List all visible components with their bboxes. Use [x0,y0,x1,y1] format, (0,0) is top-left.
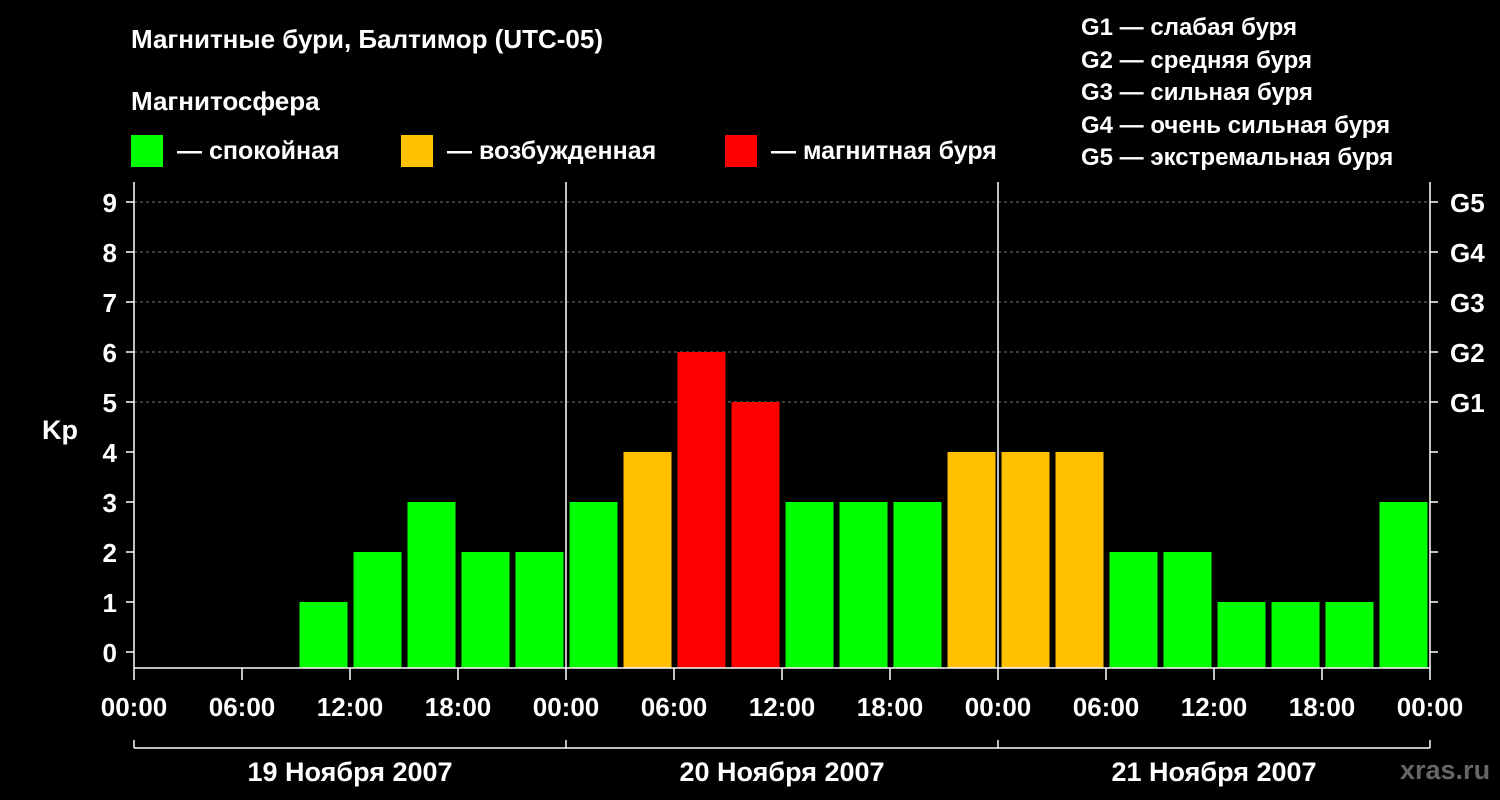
y-axis-label: Kp [42,415,78,445]
y-tick-label: 9 [103,188,117,218]
y-tick-label: 3 [103,488,117,518]
x-tick-label: 12:00 [1181,692,1248,722]
kp-bar [353,552,402,668]
kp-bar-chart: 0 1 2 3 4 5 6 7 8 9 G1 G2 G3 G4 G5 Kp 00:00 06:00 12:00 18:… [42,182,1485,787]
y-tick-label: 0 [103,638,117,668]
kp-bar [1163,552,1212,668]
x-tick-label: 18:00 [1289,692,1356,722]
day-label: 21 Ноября 2007 [1111,757,1316,787]
kp-bar [1055,452,1104,668]
x-tick-label: 18:00 [857,692,924,722]
y-tick-label: 1 [103,588,117,618]
watermark: xras.ru [1400,755,1491,785]
y-tick-label: 7 [103,288,117,318]
x-tick-label: 06:00 [1073,692,1140,722]
day-label: 20 Ноября 2007 [679,757,884,787]
kp-bar [623,452,672,668]
kp-bar [839,502,888,668]
kp-bar [1109,552,1158,668]
day-label: 19 Ноября 2007 [247,757,452,787]
kp-bar [569,502,618,668]
kp-bar [1325,602,1374,668]
kp-bar [893,502,942,668]
g-scale-label: G1 [1450,388,1485,418]
x-tick-label: 18:00 [425,692,492,722]
x-tick-label: 00:00 [1397,692,1464,722]
g-scale-label: G5 [1450,188,1485,218]
g-scale-label: G3 [1450,288,1485,318]
kp-bar [677,352,726,668]
x-tick-label: 00:00 [965,692,1032,722]
x-tick-label: 12:00 [317,692,384,722]
kp-bar [299,602,348,668]
g-scale-label: G4 [1450,238,1485,268]
x-tick-label: 06:00 [209,692,276,722]
kp-bar [515,552,564,668]
g-scale-label: G2 [1450,338,1485,368]
y-tick-label: 5 [103,388,117,418]
kp-bar [1271,602,1320,668]
kp-bar [1379,502,1428,668]
y-tick-label: 4 [103,438,118,468]
kp-bar [1217,602,1266,668]
x-tick-label: 00:00 [101,692,168,722]
y-tick-label: 6 [103,338,117,368]
kp-bar [731,402,780,668]
x-tick-label: 12:00 [749,692,816,722]
kp-bar [785,502,834,668]
kp-bar [947,452,996,668]
x-tick-label: 06:00 [641,692,708,722]
kp-bar [461,552,510,668]
kp-bar [1001,452,1050,668]
y-tick-label: 8 [103,238,117,268]
kp-bar [407,502,456,668]
x-tick-label: 00:00 [533,692,600,722]
y-tick-label: 2 [103,538,117,568]
